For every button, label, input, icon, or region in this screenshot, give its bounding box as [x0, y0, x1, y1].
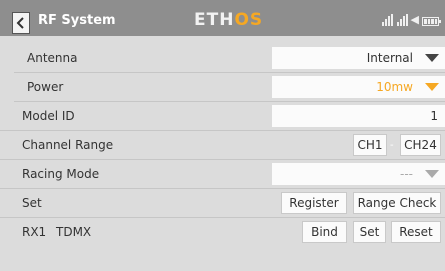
channel-end-field[interactable]: CH24 [400, 134, 441, 156]
set-label: Set [22, 196, 42, 210]
reset-button[interactable]: Reset [391, 221, 441, 243]
rx1-row: RX1 TDMX Bind Set Reset [0, 218, 445, 246]
channel-start-field[interactable]: CH1 [353, 134, 387, 156]
power-select[interactable]: 10mw [272, 76, 445, 98]
antenna-select[interactable]: Internal [272, 47, 445, 69]
caret-down-icon [425, 54, 439, 62]
racing-mode-label: Racing Mode [22, 167, 100, 181]
racing-mode-value: --- [400, 167, 413, 181]
signal-bars-icon [381, 14, 393, 26]
back-button[interactable] [12, 12, 30, 34]
caret-down-icon [425, 170, 439, 178]
page-title: RF System [38, 13, 116, 28]
power-row: Power 10mw [14, 73, 445, 102]
model-id-row: Model ID 1 [0, 102, 445, 131]
antenna-label: Antenna [27, 51, 78, 65]
model-id-value: 1 [430, 109, 438, 123]
rx1-label: RX1 [22, 225, 47, 239]
power-value: 10mw [376, 80, 413, 94]
antenna-row: Antenna Internal [14, 44, 445, 73]
model-id-label: Model ID [22, 109, 75, 123]
settings-list: Antenna Internal Power 10mw Model ID 1 C… [0, 44, 445, 246]
set-row: Set Register Range Check [0, 189, 445, 218]
register-button[interactable]: Register [281, 192, 347, 214]
speaker-icon: ◀ [410, 13, 419, 26]
battery-icon [422, 17, 441, 26]
channel-range-separator: - [390, 140, 394, 151]
caret-down-icon [425, 83, 439, 91]
channel-range-row: Channel Range CH1 - CH24 [0, 131, 445, 160]
signal-bars-icon [396, 14, 408, 26]
range-check-button[interactable]: Range Check [353, 192, 441, 214]
rx1-mode-label: TDMX [56, 225, 92, 239]
bind-button[interactable]: Bind [302, 221, 347, 243]
racing-mode-row: Racing Mode --- [0, 160, 445, 189]
brand-logo: ETHOS [194, 10, 264, 30]
title-bar: RF System ETHOS ◀ [0, 0, 445, 36]
power-label: Power [27, 80, 64, 94]
antenna-value: Internal [366, 51, 413, 65]
status-icons: ◀ [381, 13, 441, 26]
model-id-field[interactable]: 1 [272, 105, 445, 127]
set-button[interactable]: Set [353, 221, 386, 243]
channel-range-label: Channel Range [22, 138, 114, 152]
chevron-left-icon [16, 17, 24, 29]
racing-mode-select[interactable]: --- [272, 163, 445, 185]
